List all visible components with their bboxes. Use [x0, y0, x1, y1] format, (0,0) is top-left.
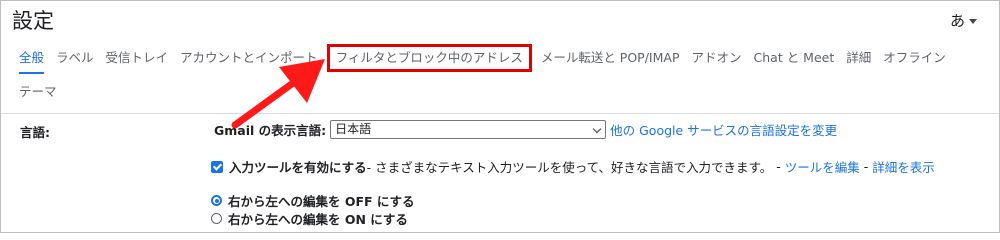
input-tools-row: 入力ツールを有効にする - さまざまなテキスト入力ツールを使って、好きな言語で入…	[211, 157, 935, 176]
tab-addons[interactable]: アドオン	[686, 47, 748, 69]
tab-offline[interactable]: オフライン	[877, 47, 952, 69]
chevron-down-icon	[592, 124, 602, 134]
rtl-off-radio[interactable]	[211, 195, 222, 206]
other-language-settings-link[interactable]: 他の Google サービスの言語設定を変更	[610, 120, 837, 139]
separator: -	[859, 159, 873, 174]
tab-inbox[interactable]: 受信トレイ	[100, 47, 175, 69]
tab-chat-meet[interactable]: Chat と Meet	[748, 47, 841, 69]
display-language-label: Gmail の表示言語:	[214, 123, 327, 138]
ime-label: あ	[949, 12, 965, 30]
separator: -	[772, 159, 785, 174]
tab-filters-blocked[interactable]: フィルタとブロック中のアドレス	[326, 44, 532, 72]
rtl-on-label: 右から左への編集を ON にする	[228, 212, 408, 227]
tabs-divider	[1, 113, 999, 114]
input-method-button[interactable]: あ	[950, 10, 977, 31]
input-tools-label: 入力ツールを有効にする	[229, 160, 367, 175]
language-section-label: 言語:	[20, 125, 50, 140]
input-tools-description: - さまざまなテキスト入力ツールを使って、好きな言語で入力できます。	[366, 160, 773, 175]
display-language-row: Gmail の表示言語: 日本語 他の Google サービスの言語設定を変更	[214, 120, 837, 139]
show-details-link[interactable]: 詳細を表示	[872, 157, 935, 176]
chevron-down-icon	[969, 19, 977, 24]
page-title: 設定	[12, 9, 54, 33]
tab-forwarding-pop-imap[interactable]: メール転送と POP/IMAP	[535, 47, 686, 69]
tab-themes[interactable]: テーマ	[13, 81, 63, 103]
tab-labels[interactable]: ラベル	[50, 47, 100, 69]
tab-advanced[interactable]: 詳細	[840, 47, 877, 69]
display-language-select[interactable]: 日本語	[330, 120, 607, 139]
settings-tabs: 全般 ラベル 受信トレイ アカウントとインポート フィルタとブロック中のアドレス…	[13, 44, 989, 103]
selected-language: 日本語	[335, 122, 372, 136]
rtl-off-label: 右から左への編集を OFF にする	[228, 194, 415, 209]
tab-general[interactable]: 全般	[13, 47, 50, 74]
edit-tools-link[interactable]: ツールを編集	[785, 157, 860, 176]
input-tools-checkbox[interactable]	[211, 160, 223, 173]
rtl-off-option[interactable]: 右から左への編集を OFF にする	[211, 191, 415, 210]
rtl-on-option[interactable]: 右から左への編集を ON にする	[211, 209, 408, 228]
rtl-on-radio[interactable]	[211, 213, 222, 224]
